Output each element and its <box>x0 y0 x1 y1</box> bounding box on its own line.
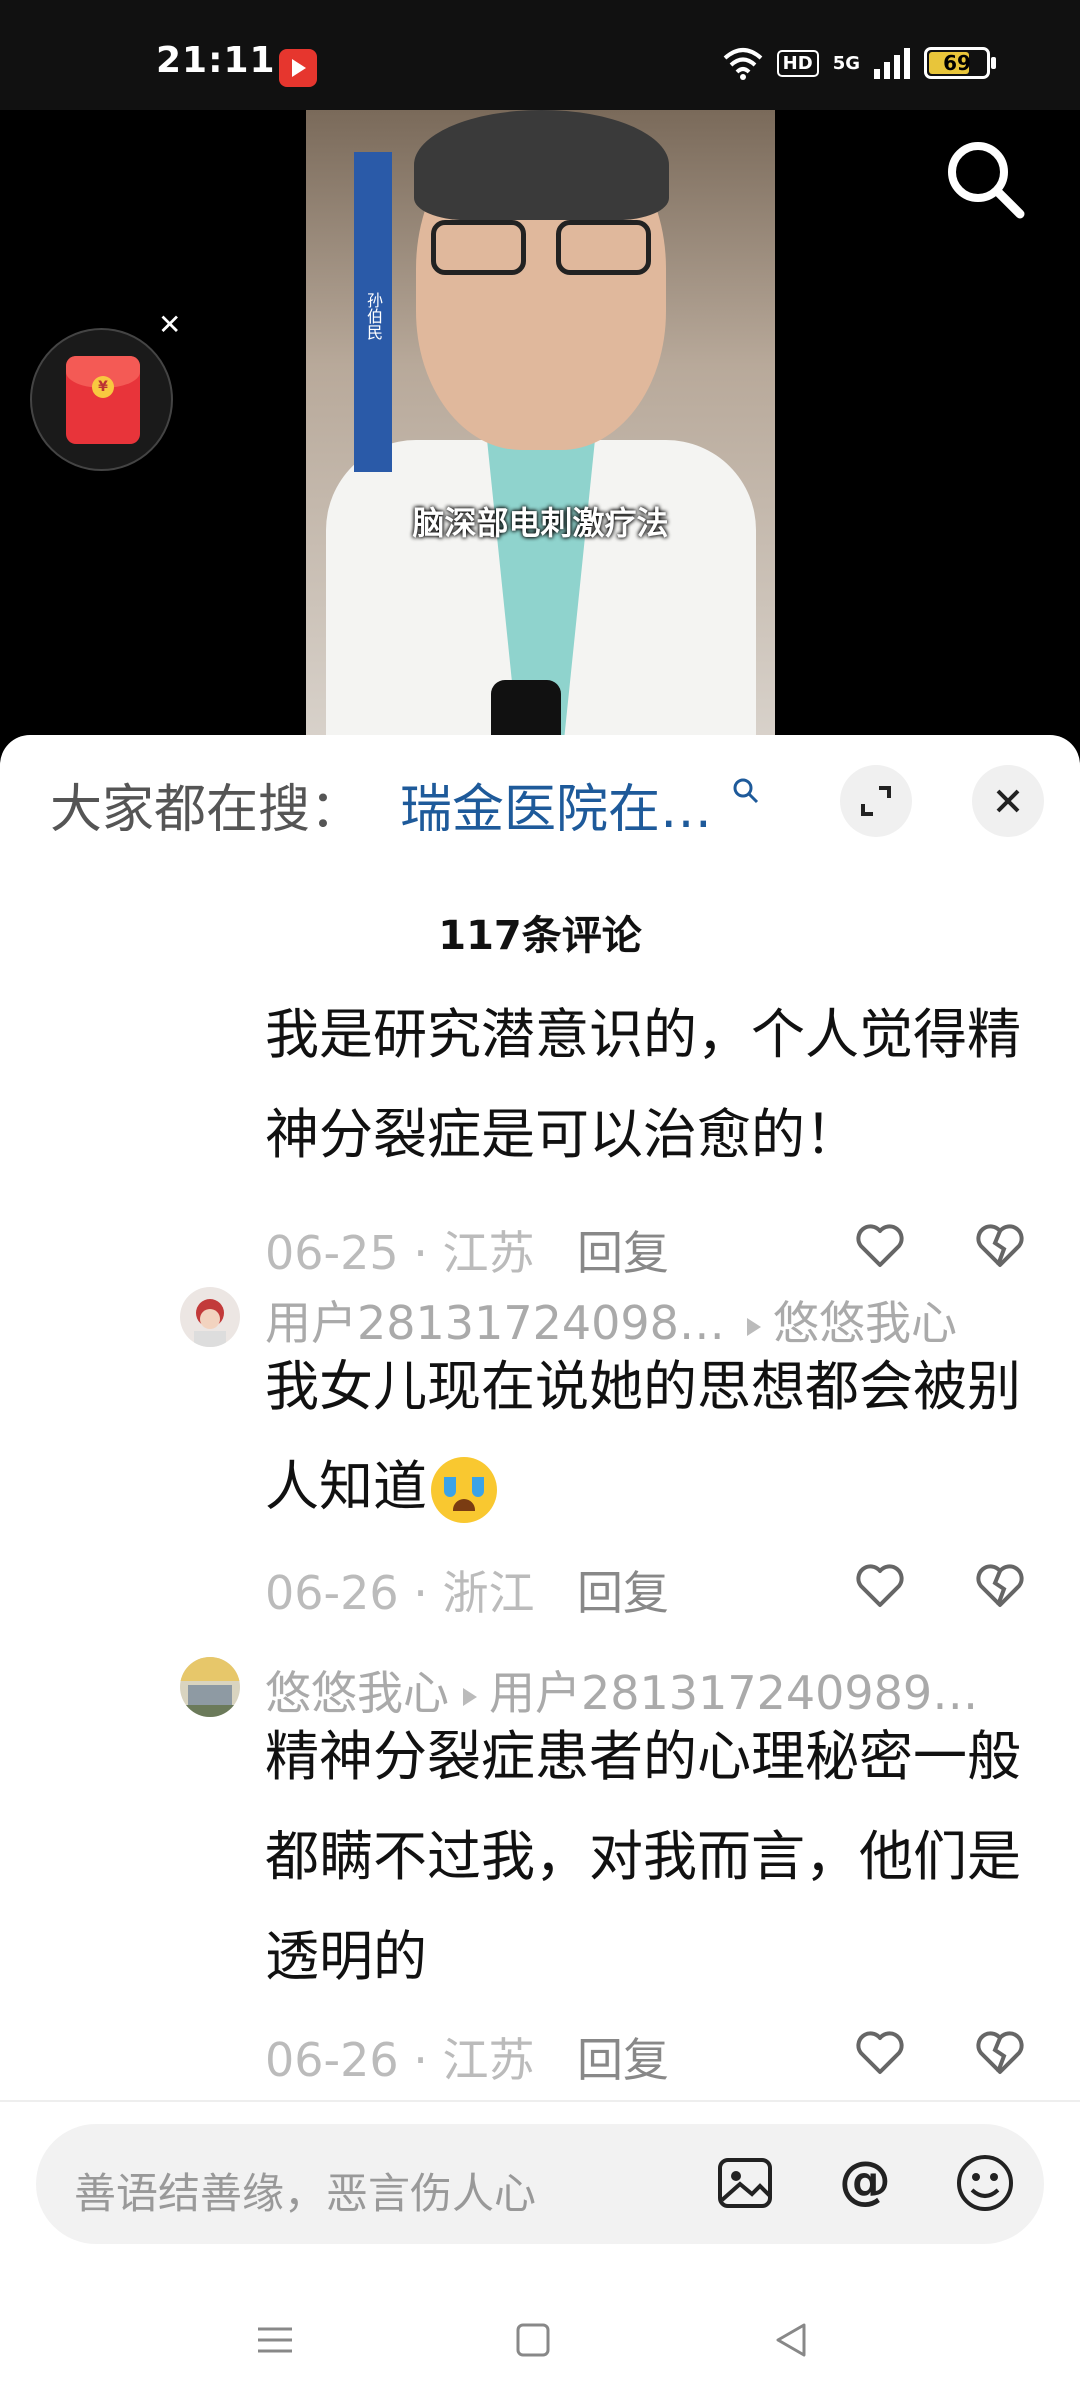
comment-footer: 06-26 · 浙江 回复 <box>265 1557 1045 1620</box>
comment-footer: 06-25 · 江苏 回复 <box>265 1217 1045 1280</box>
search-icon[interactable] <box>940 134 1030 224</box>
red-packet-button[interactable] <box>30 328 173 471</box>
system-nav-bar <box>0 2205 1080 2400</box>
close-icon <box>996 789 1020 813</box>
expand-icon <box>861 786 891 816</box>
doctor-name-tag: 孙伯民 <box>354 152 392 472</box>
comment-text-content: 我女儿现在说她的思想都会被别人知道 <box>265 1355 1021 1518</box>
reply-arrow-icon <box>463 1687 477 1706</box>
avatar[interactable] <box>180 1657 240 1717</box>
comment-footer: 06-26 · 江苏 回复 <box>265 2024 1045 2087</box>
avatar[interactable] <box>180 1287 240 1347</box>
search-icon[interactable] <box>732 777 760 805</box>
close-button[interactable] <box>972 765 1044 837</box>
reply-arrow-icon <box>746 1317 761 1336</box>
wifi-icon <box>723 48 762 80</box>
dislike-icon[interactable] <box>973 2026 1027 2080</box>
comment-text: 我是研究潜意识的，个人觉得精神分裂症是可以治愈的！ <box>265 1003 1021 1166</box>
app-notification-icon <box>279 49 317 87</box>
comment-text: 我女儿现在说她的思想都会被别人知道 <box>265 1337 1035 1537</box>
network-type: 5G <box>832 52 860 74</box>
battery-level: 69 <box>943 51 971 75</box>
sheet-header: 大家都在搜： 瑞金医院在… <box>0 735 1080 865</box>
like-icon[interactable] <box>853 1219 907 1273</box>
dislike-icon[interactable] <box>973 1219 1027 1273</box>
menu-icon[interactable] <box>250 2315 300 2365</box>
trending-label: 大家都在搜： <box>50 780 363 840</box>
comment-count: 117条评论 <box>438 913 642 959</box>
comment-date: 06-25 · 江苏 <box>265 1226 535 1280</box>
trending-query-link[interactable]: 瑞金医院在… <box>400 767 712 842</box>
comment-date: 06-26 · 浙江 <box>265 1566 535 1620</box>
status-indicators: HD 5G 69 <box>723 46 996 80</box>
battery-icon: 69 <box>924 47 996 79</box>
video-subtitle: 脑深部电刺激疗法 <box>412 504 669 542</box>
home-icon[interactable] <box>508 2315 558 2365</box>
video-player[interactable]: 孙伯民 脑深部电刺激疗法 ✕ <box>0 110 1080 750</box>
reply-button[interactable]: 回复 <box>577 2024 669 2090</box>
back-icon[interactable] <box>766 2315 816 2365</box>
like-icon[interactable] <box>853 2026 907 2080</box>
red-envelope-icon <box>66 356 140 444</box>
reply-button[interactable]: 回复 <box>577 1217 669 1283</box>
expand-button[interactable] <box>840 765 912 837</box>
red-packet-close-icon[interactable]: ✕ <box>158 308 181 341</box>
status-bar: 21:11 HD 5G 69 <box>0 0 1080 110</box>
svg-text:@: @ <box>839 2151 891 2211</box>
status-time: 21:11 <box>156 40 276 81</box>
reply-button[interactable]: 回复 <box>577 1557 669 1623</box>
signal-icon <box>874 47 910 79</box>
like-icon[interactable] <box>853 1559 907 1613</box>
dislike-icon[interactable] <box>973 1559 1027 1613</box>
comment-text: 精神分裂症患者的心理秘密一般都瞒不过我，对我而言，他们是透明的 <box>265 1725 1021 1988</box>
video-frame[interactable]: 孙伯民 脑深部电刺激疗法 <box>306 110 775 750</box>
crying-face-icon <box>431 1457 497 1524</box>
comment-date: 06-26 · 江苏 <box>265 2033 535 2087</box>
hd-badge: HD <box>776 49 819 77</box>
